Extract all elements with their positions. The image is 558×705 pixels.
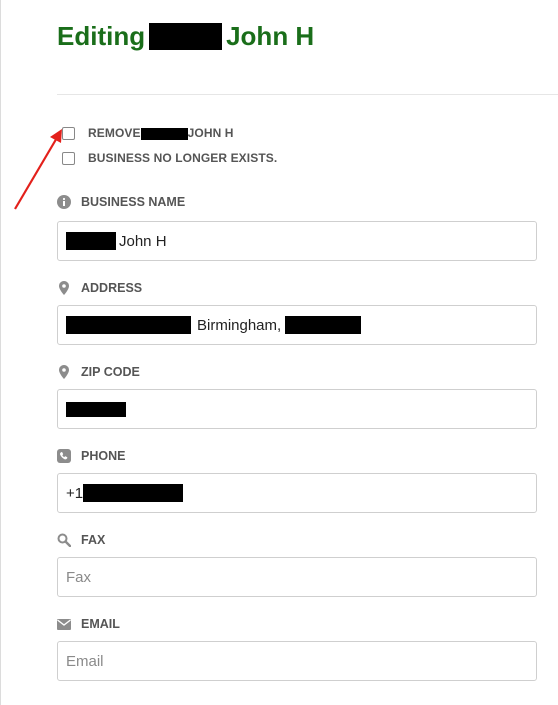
zip-code-label: ZIP CODE [57,363,140,381]
phone-field[interactable]: +1 [57,473,537,513]
redaction-bar [66,316,191,334]
redaction-bar [66,232,116,250]
left-border [0,0,1,705]
fax-label: FAX [57,531,105,549]
title-prefix: Editing [57,21,146,51]
map-pin-icon [57,365,71,379]
address-label: ADDRESS [57,279,142,297]
fax-field[interactable]: Fax [57,557,537,597]
redaction-bar [149,23,223,50]
divider [57,94,558,95]
zip-code-field[interactable] [57,389,537,429]
page-title: Editing John H [57,19,314,53]
search-icon [57,533,71,547]
email-label: EMAIL [57,615,120,633]
envelope-icon [57,617,71,631]
redaction-bar [83,484,184,502]
info-icon [57,195,71,209]
email-field[interactable]: Email [57,641,537,681]
business-name-label: BUSINESS NAME [57,193,185,211]
phone-label: PHONE [57,447,125,465]
redaction-bar [285,316,362,334]
address-field[interactable]: Birmingham, [57,305,537,345]
redaction-bar [66,401,126,417]
map-pin-icon [57,281,71,295]
remove-business-label: REMOVE JOHN H [88,126,234,140]
business-closed-row: BUSINESS NO LONGER EXISTS. [62,150,277,166]
business-closed-label: BUSINESS NO LONGER EXISTS. [88,151,278,165]
business-name-field[interactable]: John H [57,221,537,261]
phone-icon [57,449,71,463]
remove-business-checkbox[interactable] [62,126,75,140]
title-name: John H [226,21,315,51]
redaction-bar [140,127,188,140]
remove-business-row: REMOVE JOHN H [62,125,234,141]
business-closed-checkbox[interactable] [62,151,75,165]
